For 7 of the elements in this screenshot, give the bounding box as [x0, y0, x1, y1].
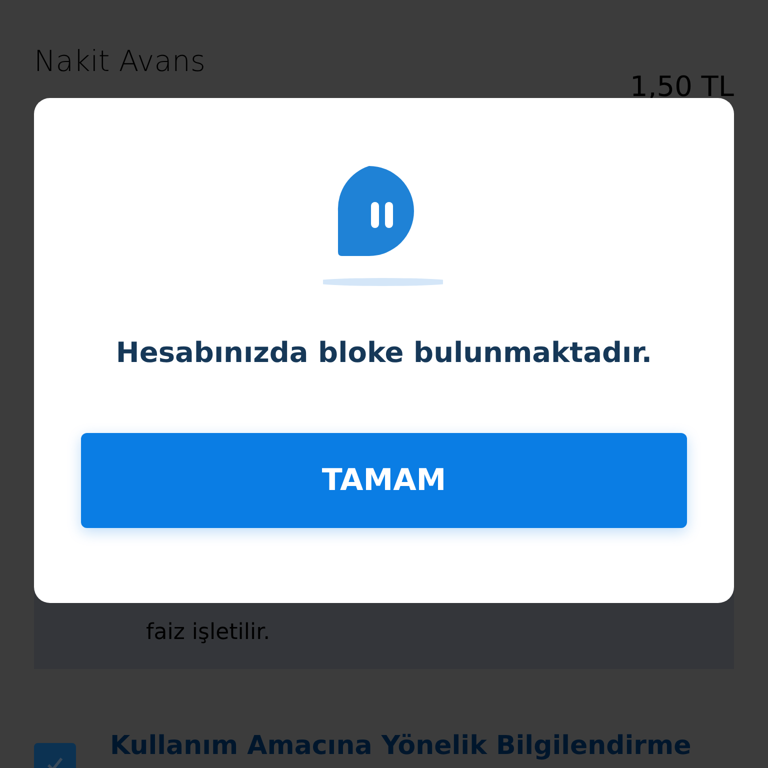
ok-button[interactable]: TAMAM — [81, 433, 687, 528]
dialog-message: Hesabınızda bloke bulunmaktadır. — [116, 336, 652, 369]
info-text: faiz işletilir. — [146, 620, 270, 645]
section-title: Kullanım Amacına Yönelik Bilgilendirme — [110, 731, 692, 761]
page-title: Nakit Avans — [34, 44, 206, 78]
pause-bubble-icon — [323, 166, 443, 288]
amount-text: 1,50 TL — [630, 70, 734, 103]
